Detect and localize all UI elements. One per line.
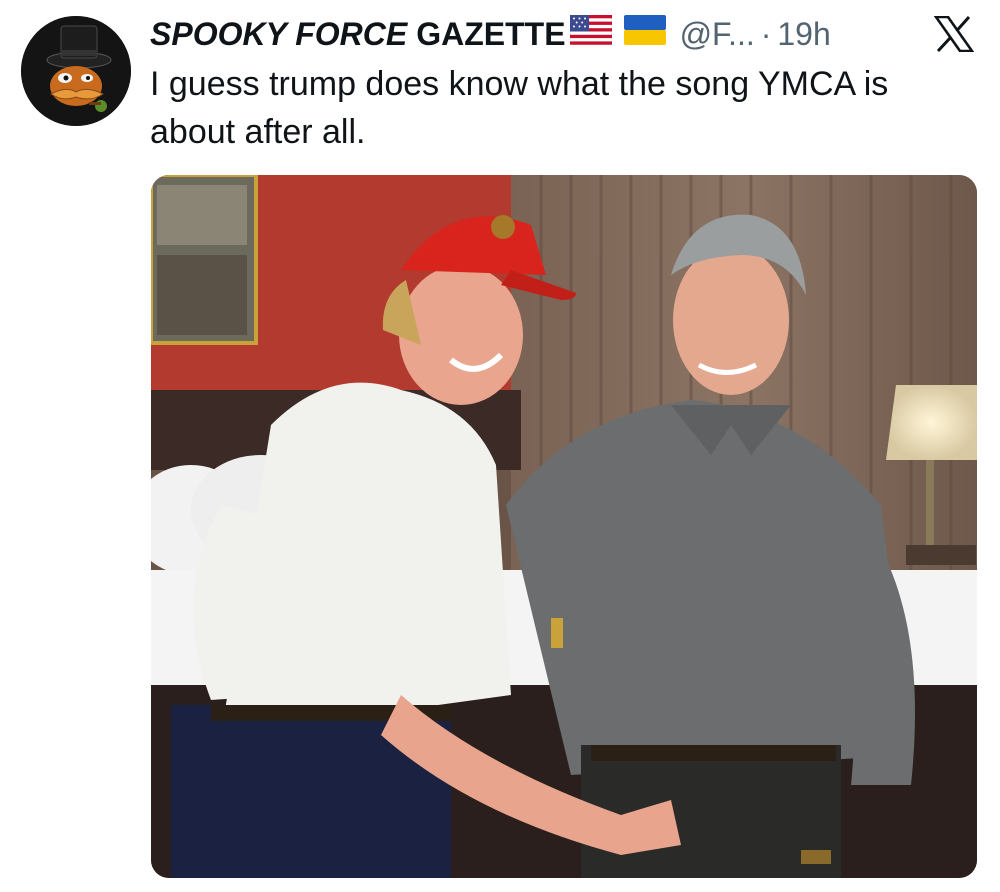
tweet-card[interactable]: SPOOKY FORCE GAZETTE @F... · 19h I guess… [0,0,1000,892]
ukraine-flag-icon [623,12,666,56]
tweet-photo[interactable] [151,175,977,878]
avatar-icon [21,16,131,126]
separator-dot: · [760,16,772,52]
display-name-part1[interactable]: SPOOKY FORCE [150,12,407,56]
x-logo-icon [933,15,975,53]
tweet-text: I guess trump does know what the song YM… [150,65,889,151]
tweet-header: SPOOKY FORCE GAZETTE @F... · 19h [150,12,950,56]
avatar[interactable] [21,16,131,126]
timestamp[interactable]: 19h [777,12,830,56]
us-flag-icon [569,12,613,56]
display-name-part2[interactable]: GAZETTE [416,12,565,56]
photo-two-men-in-hotel-room [151,175,977,878]
user-handle[interactable]: @F... [680,12,755,56]
